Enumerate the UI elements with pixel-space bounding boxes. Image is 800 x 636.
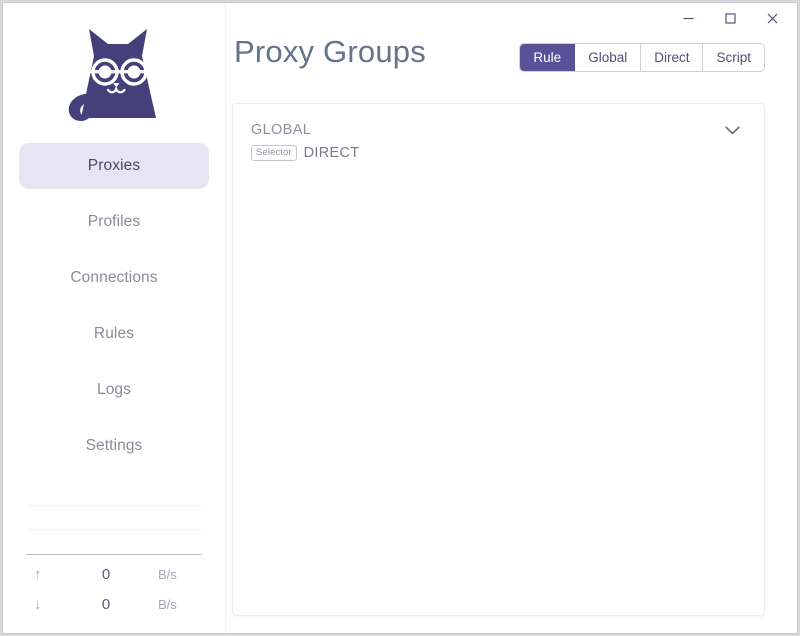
mode-button-global[interactable]: Global xyxy=(575,44,642,71)
minimize-glyph xyxy=(683,17,693,19)
sidebar-item-label: Logs xyxy=(96,381,131,398)
sidebar-item-label: Rules xyxy=(93,325,135,342)
sidebar-item-label: Connections xyxy=(70,269,158,286)
minimize-icon[interactable] xyxy=(667,4,709,32)
chevron-down-icon[interactable] xyxy=(719,122,746,139)
page-header: Proxy Groups Rule Global Direct Script xyxy=(226,33,797,91)
sidebar-item-settings[interactable]: Settings xyxy=(19,423,209,469)
mode-switcher: Rule Global Direct Script xyxy=(519,43,765,72)
maximize-icon[interactable] xyxy=(709,4,751,32)
traffic-sparkline-chart xyxy=(26,497,202,559)
mode-button-label: Direct xyxy=(654,50,690,65)
mode-button-label: Global xyxy=(588,50,628,65)
chart-axis-line xyxy=(26,554,202,555)
sidebar-item-logs[interactable]: Logs xyxy=(19,367,209,413)
selected-proxy-name: DIRECT xyxy=(303,145,360,161)
sidebar-item-label: Proxies xyxy=(87,157,141,174)
close-icon[interactable] xyxy=(751,4,793,32)
sidebar-item-label: Profiles xyxy=(87,213,141,230)
clash-cat-logo-icon xyxy=(68,29,156,121)
sidebar-item-label: Settings xyxy=(85,437,143,454)
proxy-group-header[interactable]: GLOBAL Selector DIRECT xyxy=(251,122,746,161)
window-titlebar xyxy=(226,3,797,33)
sidebar-item-proxies[interactable]: Proxies xyxy=(19,143,209,189)
sidebar-item-rules[interactable]: Rules xyxy=(19,311,209,357)
sidebar-nav: Proxies Profiles Connections Rules Logs … xyxy=(3,143,225,479)
upload-traffic-row: ↑ 0 B/s xyxy=(26,559,202,589)
upload-value: 0 xyxy=(101,565,111,583)
page-title: Proxy Groups xyxy=(234,34,426,69)
upload-unit: B/s xyxy=(158,566,177,582)
status-badge: Selector xyxy=(251,145,297,161)
close-glyph xyxy=(767,13,777,23)
content-area: GLOBAL Selector DIRECT xyxy=(226,91,797,633)
chart-gridline xyxy=(26,505,202,506)
proxy-group-card: GLOBAL Selector DIRECT xyxy=(232,103,765,616)
app-window: Proxies Profiles Connections Rules Logs … xyxy=(2,2,798,634)
mode-button-rule[interactable]: Rule xyxy=(520,44,576,71)
download-arrow-icon: ↓ xyxy=(34,595,42,613)
proxy-group-subline: Selector DIRECT xyxy=(251,145,359,161)
sidebar: Proxies Profiles Connections Rules Logs … xyxy=(3,3,226,633)
upload-arrow-icon: ↑ xyxy=(34,565,42,583)
proxy-group-name: GLOBAL xyxy=(251,122,312,138)
sidebar-item-profiles[interactable]: Profiles xyxy=(19,199,209,245)
mode-button-label: Script xyxy=(716,50,751,65)
download-unit: B/s xyxy=(158,596,177,612)
sidebar-item-connections[interactable]: Connections xyxy=(19,255,209,301)
traffic-stats: ↑ 0 B/s ↓ 0 B/s xyxy=(3,559,225,633)
download-traffic-row: ↓ 0 B/s xyxy=(26,589,202,619)
mode-button-script[interactable]: Script xyxy=(703,44,764,71)
proxy-group-info: GLOBAL Selector DIRECT xyxy=(251,122,359,161)
main-content: Proxy Groups Rule Global Direct Script G… xyxy=(226,3,797,633)
maximize-glyph xyxy=(724,12,736,24)
download-value: 0 xyxy=(101,595,111,613)
chart-gridline xyxy=(26,529,202,530)
logo-area xyxy=(3,3,225,143)
mode-button-label: Rule xyxy=(533,50,562,65)
chevron-down-glyph xyxy=(725,126,740,135)
mode-button-direct[interactable]: Direct xyxy=(641,44,704,71)
